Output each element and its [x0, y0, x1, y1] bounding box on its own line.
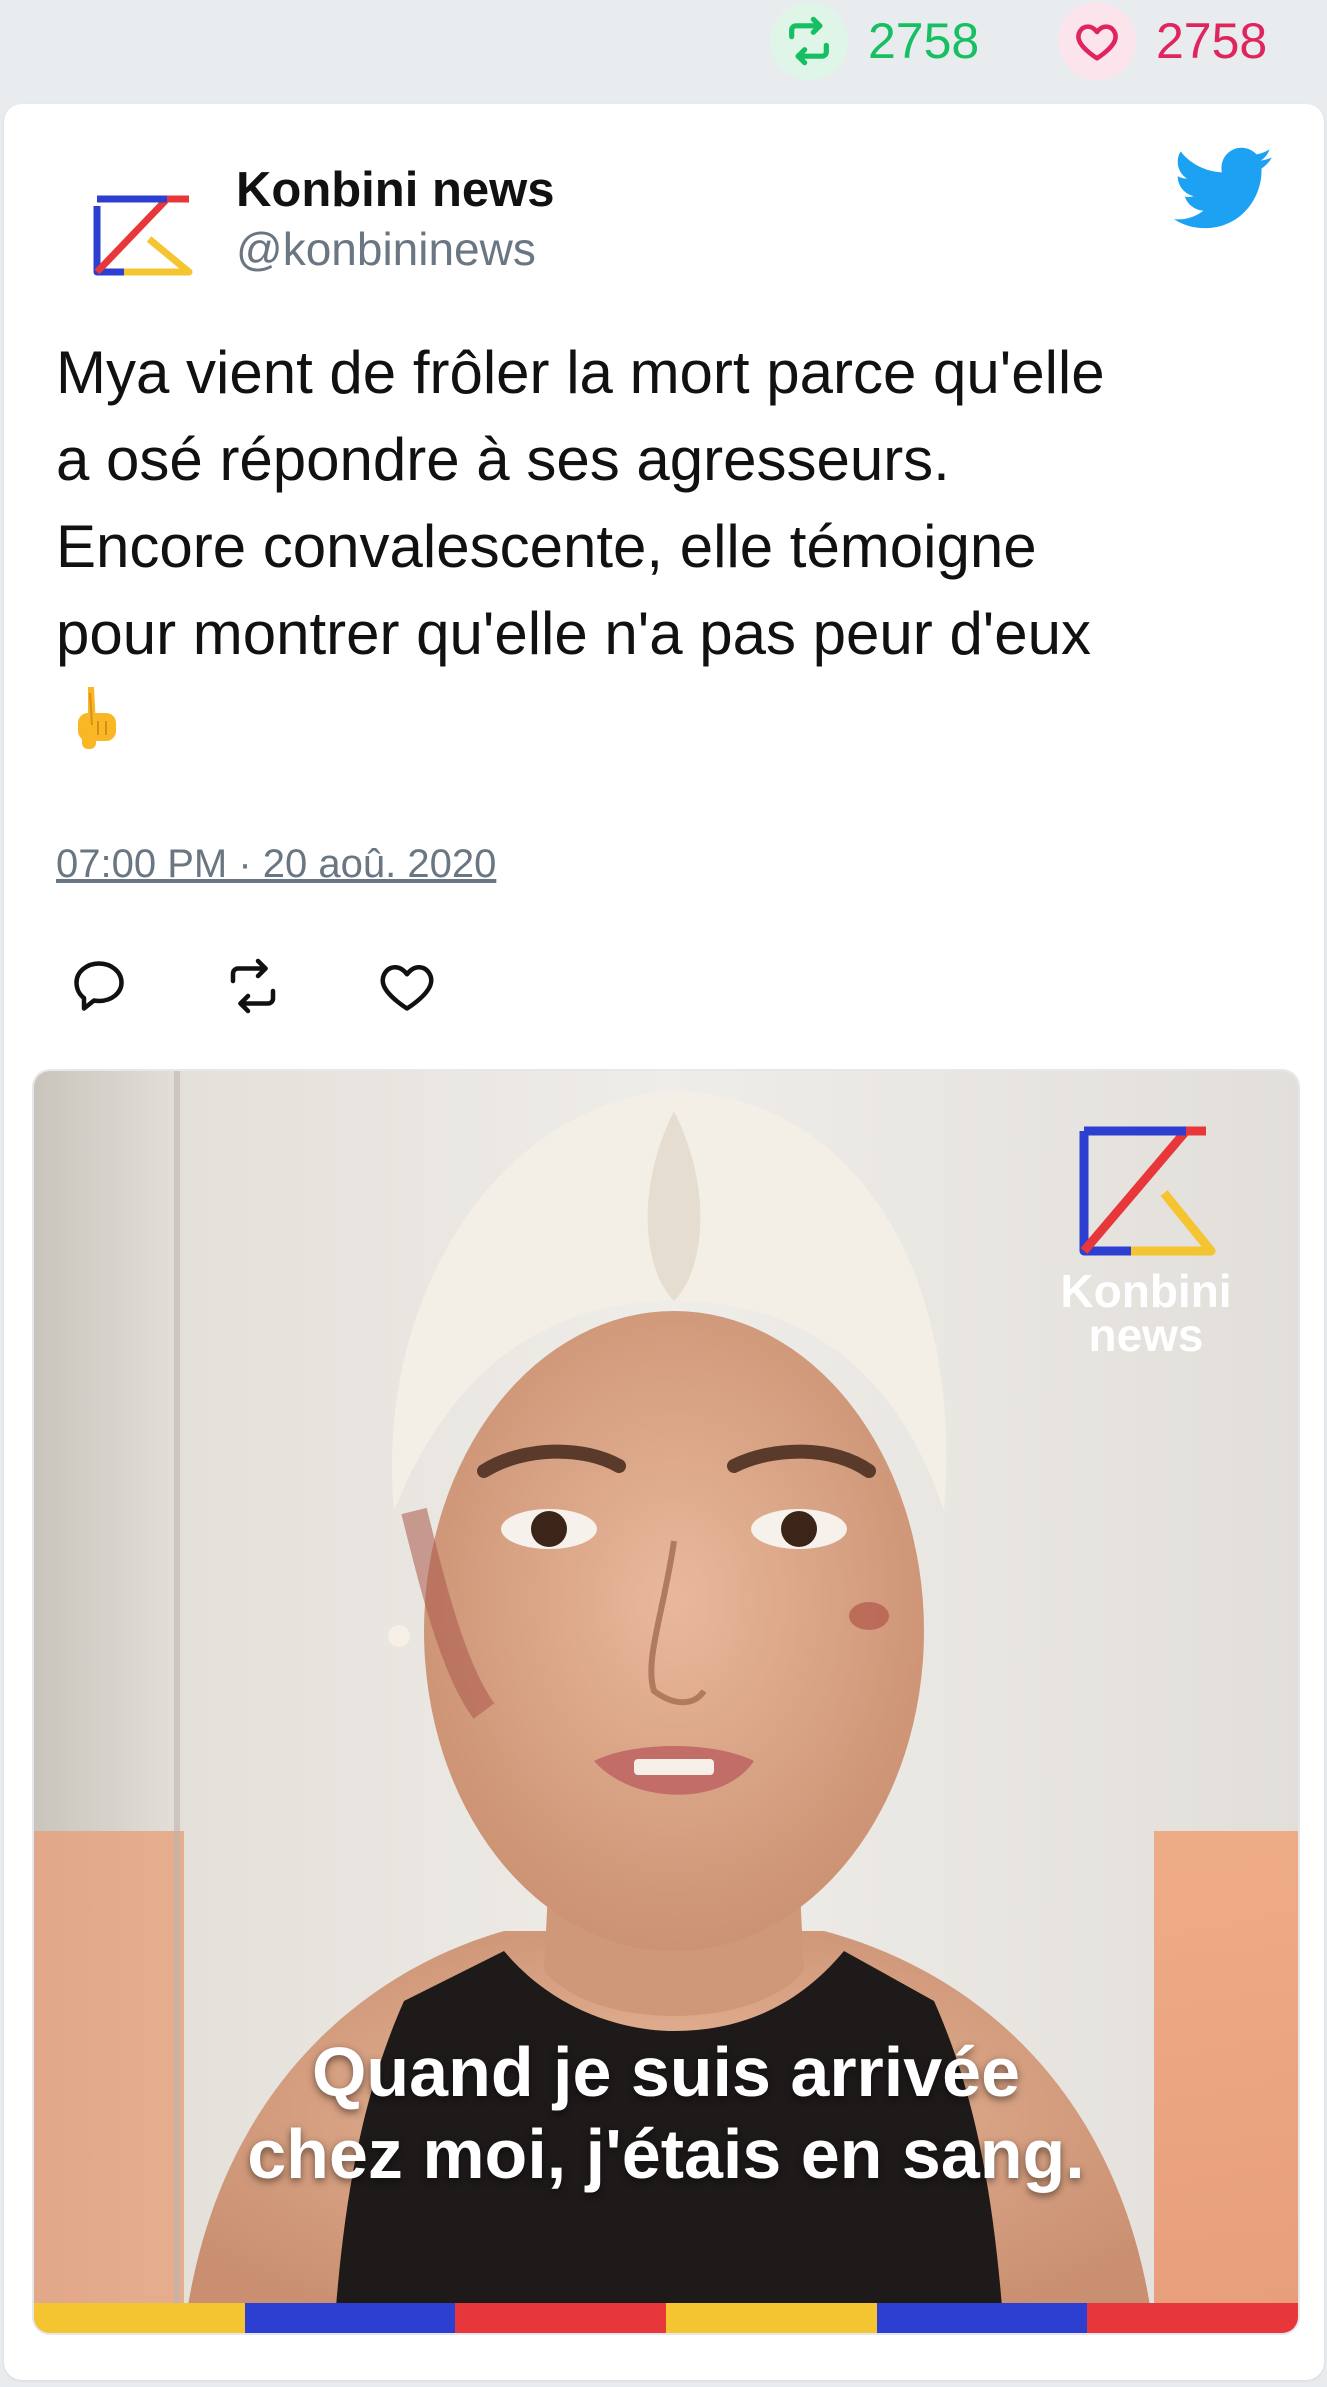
retweet-count: 2758 [868, 13, 980, 69]
stripe-segment [1087, 2303, 1298, 2333]
pointing-down-emoji [78, 687, 116, 749]
like-stat[interactable]: 2758 [1058, 2, 1268, 80]
watermark-line: Konbini [1060, 1265, 1232, 1317]
video-caption: Quand je suis arrivée chez moi, j'étais … [34, 2031, 1298, 2195]
tweet-line: Encore convalescente, elle témoigne [56, 513, 1037, 580]
stripe-segment [666, 2303, 877, 2333]
tweet-line: pour montrer qu'elle n'a pas peur d'eux [56, 600, 1091, 667]
author-handle[interactable]: @konbininews [236, 222, 536, 276]
watermark-line: news [1088, 1309, 1204, 1361]
like-count: 2758 [1156, 13, 1268, 69]
caption-line: Quand je suis arrivée [311, 2033, 1021, 2111]
video-thumbnail[interactable]: Konbini news Quand je suis arrivée chez … [32, 1069, 1300, 2335]
stripe-segment [244, 2303, 456, 2333]
author-name[interactable]: Konbini news [236, 162, 555, 218]
like-icon[interactable] [377, 956, 437, 1016]
konbini-watermark-text: Konbini news [1036, 1265, 1256, 1361]
tweet-line: a osé répondre à ses agresseurs. [56, 426, 950, 493]
tweet-card: Konbini news @konbininews Mya vient de f… [4, 104, 1324, 2380]
stripe-segment [876, 2303, 1088, 2333]
stripe-segment [455, 2303, 667, 2333]
tweet-timestamp[interactable]: 07:00 PM · 20 aoû. 2020 [56, 842, 496, 887]
caption-line: chez moi, j'étais en sang. [247, 2115, 1085, 2193]
konbini-logo[interactable] [69, 159, 219, 309]
konbini-watermark-logo [1079, 1126, 1216, 1256]
reply-icon[interactable] [69, 956, 129, 1016]
twitter-bird-icon[interactable] [1174, 144, 1274, 234]
heart-icon [1058, 2, 1136, 80]
brand-stripe [34, 2303, 1298, 2333]
engagement-bar: 2758 2758 [0, 0, 1327, 100]
retweet-icon[interactable] [223, 956, 283, 1016]
retweet-icon [770, 2, 848, 80]
retweet-stat[interactable]: 2758 [770, 2, 980, 80]
tweet-line: Mya vient de frôler la mort parce qu'ell… [56, 339, 1105, 406]
tweet-text: Mya vient de frôler la mort parce qu'ell… [56, 329, 1276, 753]
stripe-segment [34, 2303, 245, 2333]
